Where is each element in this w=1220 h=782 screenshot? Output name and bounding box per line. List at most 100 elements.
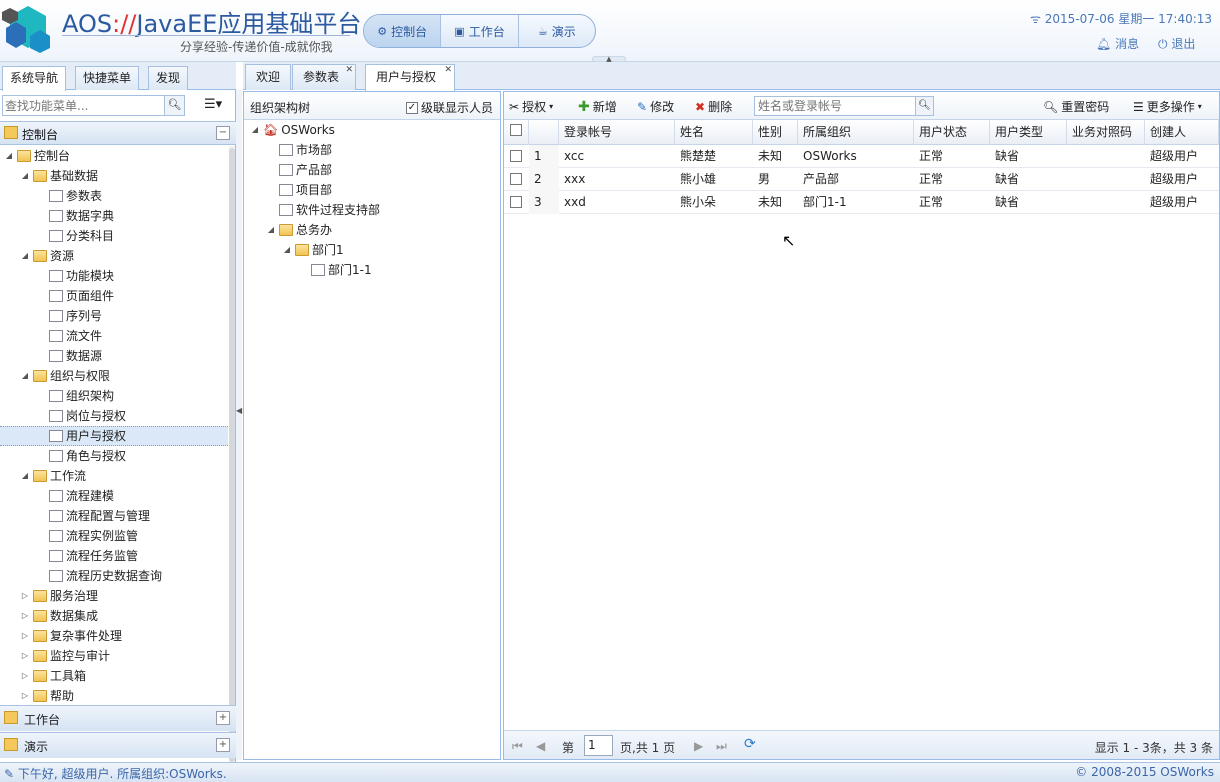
org-tree-node[interactable]: 部门1-1 — [298, 260, 372, 280]
expanded-arrow-icon[interactable]: ◢ — [250, 120, 260, 140]
expanded-arrow-icon[interactable]: ◢ — [20, 246, 30, 266]
authorize-button[interactable]: ✂ 授权 ▾ — [509, 98, 553, 115]
nav-tree-item[interactable]: 用户与授权 — [0, 426, 228, 446]
nav-tree-item[interactable]: 数据源 — [36, 346, 102, 366]
nav-tree-item[interactable]: ◢ 工作流 — [20, 466, 86, 486]
expanded-arrow-icon[interactable]: ◢ — [20, 166, 30, 186]
expanded-arrow-icon[interactable]: ◢ — [20, 366, 30, 386]
nav-tree-item[interactable]: 流程任务监管 — [36, 546, 138, 566]
select-all-checkbox[interactable] — [504, 120, 529, 145]
org-tree-node[interactable]: ◢ 部门1 — [282, 240, 344, 260]
row-checkbox[interactable] — [510, 150, 522, 162]
first-page-icon[interactable]: ⏮ — [512, 739, 523, 754]
close-icon[interactable]: ✕ — [345, 65, 353, 75]
collapsed-arrow-icon[interactable]: ▷ — [20, 666, 30, 686]
user-search-input[interactable] — [755, 97, 910, 115]
nav-demo[interactable]: ☕ 演示 — [519, 15, 595, 47]
tab-shortcut-menu[interactable]: 快捷菜单 — [75, 66, 140, 90]
nav-workbench[interactable]: ▣ 工作台 — [441, 15, 519, 47]
org-tree-node[interactable]: 软件过程支持部 — [266, 200, 380, 220]
menu-search-input[interactable] — [3, 96, 163, 115]
expanded-arrow-icon[interactable]: ◢ — [4, 146, 14, 166]
collapse-icon[interactable]: − — [216, 126, 230, 140]
column-header[interactable]: 用户状态 — [914, 120, 990, 145]
tab-system-nav[interactable]: 系统导航 — [2, 66, 67, 91]
expanded-arrow-icon[interactable]: ◢ — [266, 220, 276, 240]
nav-tree-item[interactable]: 角色与授权 — [36, 446, 126, 466]
edit-button[interactable]: ✎ 修改 — [637, 98, 674, 115]
delete-button[interactable]: ✖ 删除 — [695, 98, 732, 115]
next-page-icon[interactable]: ▶ — [694, 739, 703, 753]
nav-tree-item[interactable]: 流文件 — [36, 326, 102, 346]
nav-tree-item[interactable]: 序列号 — [36, 306, 102, 326]
column-header[interactable]: 登录帐号 — [559, 120, 675, 145]
menu-options-icon[interactable]: ☰▾ — [204, 97, 222, 112]
search-icon[interactable]: 🔍︎ — [915, 97, 933, 115]
nav-tree-item[interactable]: 页面组件 — [36, 286, 114, 306]
nav-tree-item[interactable]: ◢ 组织与权限 — [20, 366, 110, 386]
tab-welcome[interactable]: 欢迎 — [245, 64, 292, 90]
collapsed-arrow-icon[interactable]: ▷ — [20, 586, 30, 606]
prev-page-icon[interactable]: ◀ — [536, 739, 545, 753]
nav-tree-item[interactable]: 组织架构 — [36, 386, 114, 406]
table-row[interactable]: 3 xxd 熊小朵 未知 部门1-1 正常 缺省 超级用户 — [504, 191, 1219, 214]
nav-tree-item[interactable]: 岗位与授权 — [36, 406, 126, 426]
org-tree-node[interactable]: 市场部 — [266, 140, 332, 160]
collapsed-arrow-icon[interactable]: ▷ — [20, 626, 30, 646]
column-header[interactable]: 姓名 — [675, 120, 753, 145]
org-tree-node[interactable]: ◢ 总务办 — [266, 220, 332, 240]
nav-tree-item[interactable]: 功能模块 — [36, 266, 114, 286]
tab-discover[interactable]: 发现 — [148, 66, 189, 90]
refresh-icon[interactable]: ⟳ — [744, 736, 756, 752]
checkbox-icon[interactable] — [510, 124, 522, 136]
scrollbar-thumb[interactable] — [229, 148, 235, 762]
reset-password-button[interactable]: 🔍︎ 重置密码 — [1043, 98, 1109, 115]
nav-tree-item[interactable]: ▷ 服务治理 — [20, 586, 98, 606]
messages-link[interactable]: 🔔︎ 消息 — [1096, 35, 1139, 52]
expanded-arrow-icon[interactable]: ◢ — [20, 466, 30, 486]
column-header[interactable]: 用户类型 — [990, 120, 1067, 145]
nav-tree-item[interactable]: ◢ 控制台 — [4, 146, 70, 166]
nav-scrollbar[interactable] — [229, 146, 235, 766]
column-header[interactable]: 性别 — [753, 120, 798, 145]
tab-user-auth[interactable]: 用户与授权 ✕ — [365, 64, 456, 91]
nav-tree-item[interactable]: ▷ 监控与审计 — [20, 646, 110, 666]
nav-tree-item[interactable]: ▷ 工具箱 — [20, 666, 86, 686]
column-header[interactable]: 所属组织 — [798, 120, 914, 145]
nav-tree-item[interactable]: ◢ 基础数据 — [20, 166, 98, 186]
collapsed-arrow-icon[interactable]: ▷ — [20, 606, 30, 626]
cascade-checkbox[interactable]: ✓ 级联显示人员 — [406, 99, 493, 116]
org-tree-node[interactable]: 项目部 — [266, 180, 332, 200]
more-actions-button[interactable]: ☰ 更多操作 ▾ — [1133, 98, 1202, 115]
accordion-demo[interactable]: 演示 + — [0, 732, 236, 758]
nav-tree-item[interactable]: 流程建模 — [36, 486, 114, 506]
expand-icon[interactable]: + — [216, 738, 230, 752]
page-input[interactable]: 1 — [584, 735, 613, 756]
nav-tree-item[interactable]: ▷ 帮助 — [20, 686, 74, 706]
expand-icon[interactable]: + — [216, 711, 230, 725]
last-page-icon[interactable]: ⏭ — [716, 739, 727, 754]
nav-tree-item[interactable]: 流程配置与管理 — [36, 506, 150, 526]
nav-tree-item[interactable]: ◢ 资源 — [20, 246, 74, 266]
nav-tree-item[interactable]: 分类科目 — [36, 226, 114, 246]
close-icon[interactable]: ✕ — [444, 65, 452, 75]
column-header[interactable]: 业务对照码 — [1067, 120, 1145, 145]
checkbox-checked-icon[interactable]: ✓ — [406, 101, 418, 114]
row-checkbox[interactable] — [510, 173, 522, 185]
nav-tree-item[interactable]: 流程实例监管 — [36, 526, 138, 546]
org-tree-node[interactable]: ◢ 🏠︎ OSWorks — [250, 120, 335, 140]
nav-console[interactable]: ⚙ 控制台 — [364, 15, 442, 47]
row-checkbox[interactable] — [510, 196, 522, 208]
nav-tree-item[interactable]: ▷ 复杂事件处理 — [20, 626, 122, 646]
nav-tree-item[interactable]: ▷ 数据集成 — [20, 606, 98, 626]
org-tree-node[interactable]: 产品部 — [266, 160, 332, 180]
accordion-workbench[interactable]: 工作台 + — [0, 705, 236, 731]
add-button[interactable]: ✚ 新增 — [578, 98, 617, 115]
nav-tree-item[interactable]: 参数表 — [36, 186, 102, 206]
tab-params[interactable]: 参数表 ✕ — [292, 64, 357, 90]
collapsed-arrow-icon[interactable]: ▷ — [20, 686, 30, 706]
expanded-arrow-icon[interactable]: ◢ — [282, 240, 292, 260]
accordion-console-header[interactable]: 控制台 − — [0, 121, 236, 145]
nav-tree-item[interactable]: 数据字典 — [36, 206, 114, 226]
collapsed-arrow-icon[interactable]: ▷ — [20, 646, 30, 666]
